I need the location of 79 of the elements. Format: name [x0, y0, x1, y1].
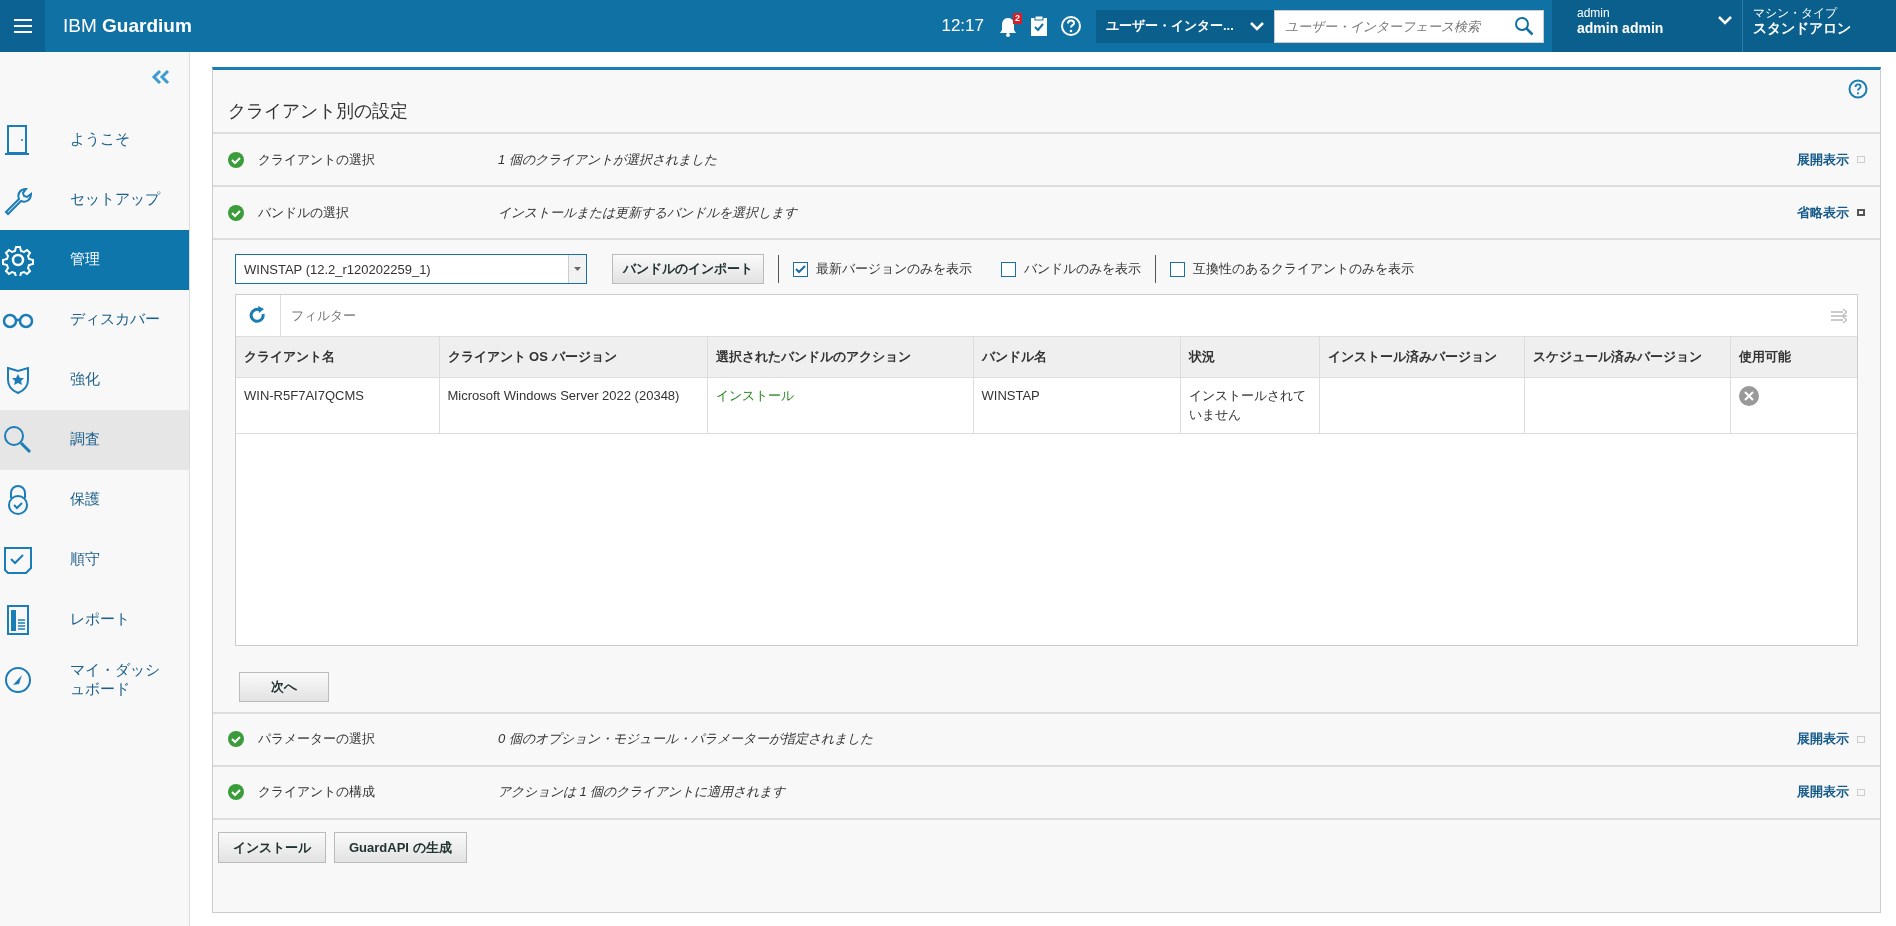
step-label: クライアントの選択 — [258, 150, 376, 169]
brand-logo: IBM Guardium — [62, 13, 192, 38]
help-button[interactable] — [1848, 78, 1868, 99]
filter-field[interactable]: フィルター — [281, 305, 1831, 326]
table-cell: WINSTAP — [973, 377, 1180, 433]
toggle-link[interactable]: 省略表示 — [1797, 202, 1849, 223]
check-circle-icon — [228, 731, 244, 747]
bundle-select[interactable]: WINSTAP (12.2_r120202259_1) — [235, 254, 587, 284]
checkbox[interactable] — [1170, 261, 1185, 277]
ui-dropdown[interactable]: ユーザー・インター... — [1096, 9, 1274, 43]
table-cell: インストールされていません — [1180, 377, 1319, 433]
clock-time: 12:17 — [941, 15, 984, 38]
sidebar-item[interactable]: 管理 — [0, 229, 189, 290]
step-label: クライアントの構成 — [258, 783, 376, 802]
sidebar-item[interactable]: 順守 — [0, 529, 189, 590]
clipboard-check-icon — [1030, 15, 1048, 37]
notifications-button[interactable]: 2 — [992, 15, 1024, 37]
sidebar-item[interactable]: ディスカバー — [0, 289, 189, 350]
toggle-link[interactable]: 展開表示 — [1797, 729, 1849, 749]
search-icon — [1514, 15, 1534, 36]
search-field[interactable]: ユーザー・インターフェース検索 — [1274, 9, 1544, 43]
caret-down-icon — [574, 267, 581, 271]
sidebar-item[interactable]: レポート — [0, 589, 189, 650]
checkmark-icon — [795, 264, 806, 274]
checkbox-label: 互換性のあるクライアントのみを表示 — [1193, 260, 1414, 279]
gear-icon — [2, 243, 34, 276]
step-label: パラメーターの選択 — [258, 730, 376, 749]
notification-count: 2 — [1013, 13, 1022, 24]
sidebar-item[interactable]: ようこそ — [0, 109, 189, 170]
column-header: 選択されたバンドルのアクション — [707, 337, 973, 377]
action-button[interactable]: GuardAPI の生成 — [334, 831, 467, 863]
step-label: バンドルの選択 — [258, 203, 350, 222]
sidebar-item[interactable]: セットアップ — [0, 169, 189, 230]
menu-button[interactable] — [0, 0, 45, 52]
action-button[interactable]: インストール — [218, 831, 326, 863]
step-summary: 1 個のクライアントが選択されました — [498, 150, 718, 169]
table-cell: WIN-R5F7AI7QCMS — [236, 377, 439, 433]
checkbox[interactable] — [1001, 261, 1016, 277]
toggle-link[interactable]: 展開表示 — [1797, 149, 1849, 170]
sidebar-item[interactable]: 保護 — [0, 469, 189, 530]
sidebar-item[interactable]: 調査 — [0, 409, 189, 470]
chevron-down-icon — [1250, 21, 1264, 31]
search-icon — [2, 423, 34, 456]
checkbox-label: 最新バージョンのみを表示 — [816, 260, 972, 279]
step-summary: アクションは 1 個のクライアントに適用されます — [498, 783, 787, 802]
sidebar-item[interactable]: 強化 — [0, 349, 189, 410]
user-name: admin admin — [1577, 20, 1664, 36]
column-header: 使用可能 — [1730, 337, 1857, 377]
machine-type-value: スタンドアロン — [1753, 20, 1852, 36]
table-cell: インストール — [707, 377, 973, 433]
help-icon — [1060, 15, 1082, 37]
user-role: admin — [1577, 6, 1611, 20]
import-bundle-button[interactable]: バンドルのインポート — [612, 254, 764, 284]
check-circle-icon — [228, 784, 244, 800]
column-header: クライアント名 — [236, 337, 439, 377]
panel-title: クライアント別の設定 — [213, 70, 1880, 134]
user-menu[interactable]: admin admin admin — [1552, 0, 1742, 52]
double-chevron-left-icon — [151, 68, 171, 85]
step-summary: インストールまたは更新するバンドルを選択します — [498, 203, 799, 222]
bell-icon — [998, 15, 1018, 37]
chevron-down-icon — [1718, 16, 1732, 25]
next-button[interactable]: 次へ — [239, 672, 329, 702]
sidebar-item[interactable]: マイ・ダッシュボード — [0, 649, 189, 710]
refresh-icon — [249, 305, 267, 326]
toggle-link[interactable]: 展開表示 — [1797, 782, 1849, 802]
check-circle-icon — [228, 204, 244, 221]
help-icon — [1848, 78, 1868, 99]
menu-icon — [13, 19, 32, 33]
column-header: スケジュール済みバージョン — [1524, 337, 1730, 377]
checkbox[interactable] — [793, 261, 808, 277]
column-header: 状況 — [1180, 337, 1319, 377]
column-header: インストール済みバージョン — [1319, 337, 1524, 377]
column-header: バンドル名 — [973, 337, 1180, 377]
checkbox-label: バンドルのみを表示 — [1024, 260, 1141, 279]
step-summary: 0 個のオプション・モジュール・パラメーターが指定されました — [498, 730, 874, 749]
column-header: クライアント OS バージョン — [439, 337, 707, 377]
table-cell: Microsoft Windows Server 2022 (20348) — [439, 377, 707, 433]
check-circle-icon — [228, 151, 244, 168]
machine-type-label: マシン・タイプ — [1753, 6, 1839, 20]
